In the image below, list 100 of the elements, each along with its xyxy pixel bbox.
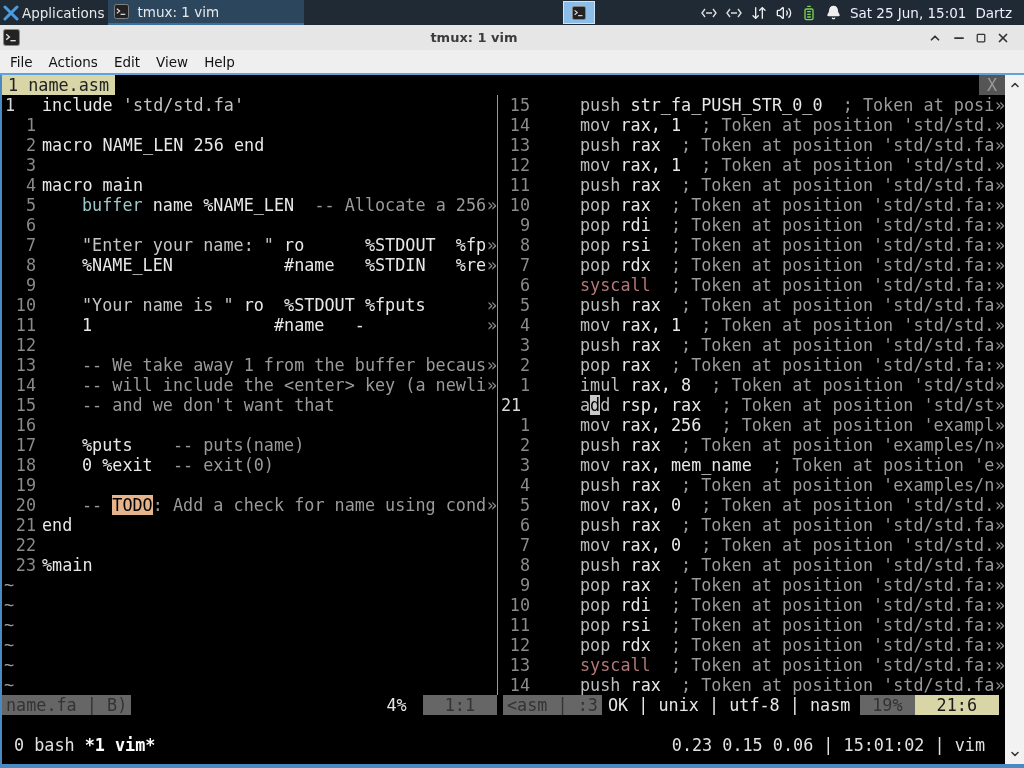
menu-item[interactable]: Edit xyxy=(105,53,149,70)
empty-line-marker: ~ xyxy=(3,615,15,635)
line-number: 13 xyxy=(14,355,37,375)
line-number: 21 xyxy=(14,515,37,535)
code-line: push rax ; Token at position 'std/std.fa xyxy=(580,335,995,355)
overflow-marker: » xyxy=(487,195,497,215)
scrollbar[interactable] xyxy=(1005,75,1024,764)
tmux-window[interactable]: 0 bash xyxy=(14,735,75,755)
code-line: mov rax, 1 ; Token at position 'std/std. xyxy=(580,155,995,175)
line-number: 16 xyxy=(14,415,37,435)
line-number: 8 xyxy=(518,555,531,575)
line-number: 9 xyxy=(24,275,37,295)
overflow-marker: » xyxy=(995,295,1005,315)
overflow-marker: » xyxy=(995,315,1005,335)
line-number: 2 xyxy=(24,135,37,155)
applications-menu[interactable]: Applications xyxy=(0,0,109,25)
line-number: 2 xyxy=(518,435,531,455)
empty-line-marker: ~ xyxy=(3,675,15,695)
overflow-marker: » xyxy=(487,495,497,515)
tmux-status: 0.23 0.15 0.06 | 15:01:02 | vim xyxy=(671,735,986,755)
code-line: pop rax ; Token at position 'std/std.fa: xyxy=(580,195,995,215)
line-number: 15 xyxy=(508,95,531,115)
line-number: 1 xyxy=(4,95,17,115)
code-line: include 'std/std.fa' xyxy=(42,95,245,115)
overflow-marker: » xyxy=(995,495,1005,515)
network-icon[interactable] xyxy=(725,7,742,18)
line-number: 2 xyxy=(518,355,531,375)
menu-item[interactable]: File xyxy=(2,53,41,70)
line-number: 7 xyxy=(518,255,531,275)
overflow-marker: » xyxy=(995,595,1005,615)
code-line: mov rax, 0 ; Token at position 'std/std. xyxy=(580,535,995,555)
code-line: push rax ; Token at position 'std/std.fa xyxy=(580,555,995,575)
file-info: OK | unix | utf-8 | nasm xyxy=(606,695,852,715)
menu-item[interactable]: Help xyxy=(196,53,243,70)
overflow-marker: » xyxy=(995,275,1005,295)
code-line: macro main xyxy=(42,175,144,195)
overflow-marker: » xyxy=(487,315,497,335)
overflow-marker: » xyxy=(995,95,1005,115)
overflow-marker: » xyxy=(487,235,497,255)
overflow-marker: » xyxy=(995,615,1005,635)
user-name[interactable]: Dartz xyxy=(975,4,1012,21)
notification-icon[interactable] xyxy=(825,5,841,20)
empty-line-marker: ~ xyxy=(3,635,15,655)
line-number: 6 xyxy=(518,515,531,535)
overflow-marker: » xyxy=(487,295,497,315)
taskbar-window-button[interactable]: tmux: 1 vim xyxy=(108,0,305,25)
transfer-icon[interactable] xyxy=(750,4,767,21)
volume-icon[interactable] xyxy=(775,4,792,21)
overflow-marker: » xyxy=(995,635,1005,655)
line-number: 12 xyxy=(14,335,37,355)
line-number: 14 xyxy=(508,675,531,695)
code-line: %puts -- puts(name) xyxy=(81,435,305,455)
line-number: 10 xyxy=(14,295,37,315)
line-number: 13 xyxy=(508,135,531,155)
terminal-icon xyxy=(571,5,586,20)
code-line: push rax ; Token at position 'std/std.fa xyxy=(580,675,995,695)
clock[interactable]: Sat 25 Jun, 15:01 xyxy=(849,4,967,21)
overflow-marker: » xyxy=(995,555,1005,575)
line-number: 1 xyxy=(24,115,37,135)
line-number: 17 xyxy=(14,435,37,455)
workspace-button[interactable] xyxy=(562,1,595,24)
overflow-marker: » xyxy=(995,395,1005,415)
overflow-marker: » xyxy=(995,335,1005,355)
maximize-icon[interactable] xyxy=(976,32,986,43)
line-number: 11 xyxy=(508,175,531,195)
network-icon[interactable] xyxy=(700,7,717,18)
line-number: 1 xyxy=(518,375,531,395)
menu-item[interactable]: Actions xyxy=(40,53,106,70)
overflow-marker: » xyxy=(487,355,497,375)
menu-item[interactable]: View xyxy=(148,53,197,70)
line-number: 19 xyxy=(14,475,37,495)
line-number: 9 xyxy=(518,575,531,595)
terminal-icon xyxy=(114,4,130,19)
line-number: 4 xyxy=(518,315,531,335)
overflow-marker: » xyxy=(995,375,1005,395)
line-number: 6 xyxy=(518,275,531,295)
code-line: push rax ; Token at position 'std/std.fa xyxy=(580,175,995,195)
line-number: 11 xyxy=(14,315,37,335)
code-line: %main xyxy=(42,555,93,575)
line-number: 5 xyxy=(24,195,37,215)
empty-line-marker: ~ xyxy=(3,655,15,675)
code-line: pop rsi ; Token at position 'std/std.fa: xyxy=(580,235,995,255)
tmux-window[interactable]: *1 vim* xyxy=(84,735,156,755)
vim-tab[interactable]: 1 name.asm xyxy=(2,75,116,95)
line-number: 7 xyxy=(24,235,37,255)
line-number: 21 xyxy=(500,395,523,415)
line-number: 14 xyxy=(508,115,531,135)
code-line: 0 %exit -- exit(0) xyxy=(81,455,274,475)
empty-line-marker: ~ xyxy=(3,575,15,595)
line-number: 23 xyxy=(14,555,37,575)
overflow-marker: » xyxy=(995,515,1005,535)
code-line: pop rax ; Token at position 'std/std.fa: xyxy=(580,355,995,375)
overflow-marker: » xyxy=(995,175,1005,195)
cursor-position: 21:6 xyxy=(914,695,999,715)
code-line: add rsp, rax ; Token at position 'std/st xyxy=(580,395,995,415)
line-number: 18 xyxy=(14,455,37,475)
code-line: end xyxy=(42,515,73,535)
line-number: 10 xyxy=(508,195,531,215)
code-line: pop rdi ; Token at position 'std/std.fa: xyxy=(580,215,995,235)
line-number: 20 xyxy=(14,495,37,515)
